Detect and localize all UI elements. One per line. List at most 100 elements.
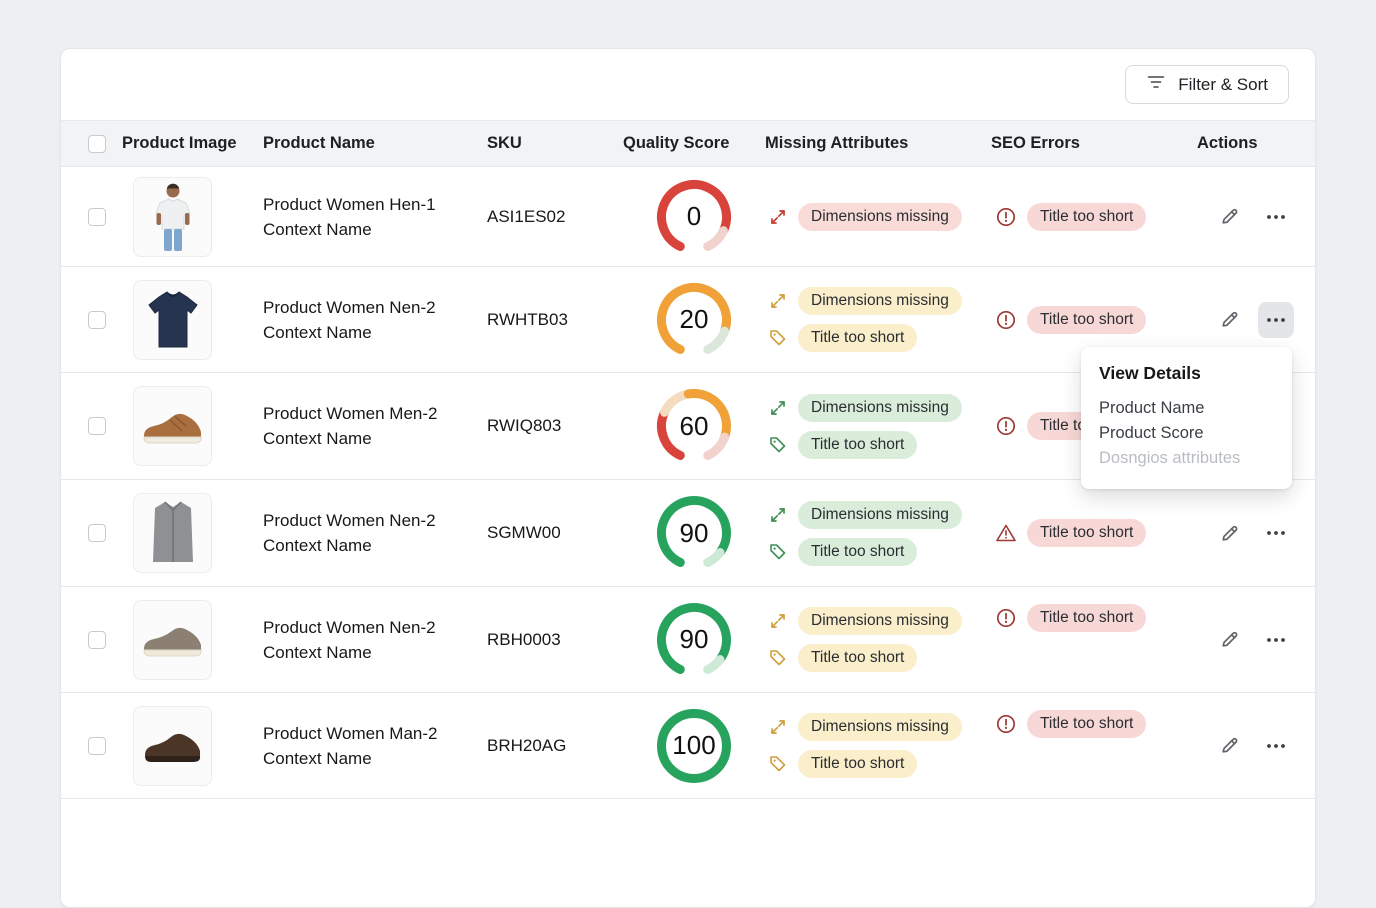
missing-attribute-badge: Dimensions missing	[798, 713, 962, 741]
seo-errors-cell: Title too short	[991, 710, 1197, 738]
product-context-name: Context Name	[263, 533, 487, 558]
missing-attributes-cell: Dimensions missing Title too short	[765, 713, 991, 778]
quality-score-gauge: 20	[655, 281, 733, 359]
row-checkbox[interactable]	[88, 737, 106, 755]
missing-attribute-item: Title too short	[768, 644, 917, 672]
seo-errors-cell: Title too short	[991, 604, 1197, 632]
edit-button[interactable]	[1211, 728, 1247, 764]
product-context-name: Context Name	[263, 746, 487, 771]
missing-attribute-item: Dimensions missing	[768, 713, 962, 741]
alert-triangle-icon	[995, 522, 1017, 544]
quality-score-value: 100	[655, 707, 733, 785]
tag-icon	[768, 435, 788, 455]
product-name: Product Women Nen-2	[263, 615, 487, 640]
quality-score-value: 60	[655, 387, 733, 465]
table-row: Product Women Man-2 Context Name BRH20AG…	[61, 693, 1315, 799]
header-product-name: Product Name	[263, 134, 487, 153]
edit-button[interactable]	[1211, 622, 1247, 658]
product-sku: BRH20AG	[487, 736, 623, 756]
alert-circle-icon	[995, 415, 1017, 437]
filter-sort-button[interactable]: Filter & Sort	[1125, 65, 1289, 104]
row-checkbox[interactable]	[88, 524, 106, 542]
missing-attributes-cell: Dimensions missing Title too short	[765, 394, 991, 459]
product-context-name: Context Name	[263, 217, 487, 242]
toolbar: Filter & Sort	[61, 49, 1315, 120]
alert-circle-icon	[995, 607, 1017, 629]
missing-attribute-badge: Dimensions missing	[798, 607, 962, 635]
expand-arrows-icon	[768, 505, 788, 525]
popover-item[interactable]: Product Name	[1099, 396, 1274, 421]
expand-arrows-icon	[768, 291, 788, 311]
seo-error-badge: Title too short	[1027, 519, 1146, 547]
quality-score-value: 90	[655, 601, 733, 679]
gray-coat	[133, 493, 212, 573]
row-checkbox[interactable]	[88, 311, 106, 329]
quality-score-gauge: 90	[655, 494, 733, 572]
missing-attribute-badge: Title too short	[798, 750, 917, 778]
product-sku: SGMW00	[487, 523, 623, 543]
alert-circle-icon	[995, 713, 1017, 735]
product-context-name: Context Name	[263, 426, 487, 451]
missing-attribute-badge: Title too short	[798, 431, 917, 459]
missing-attribute-badge: Title too short	[798, 538, 917, 566]
popover-item: Dosngios attributes	[1099, 446, 1274, 471]
table-row: Product Women Nen-2 Context Name RBH0003…	[61, 587, 1315, 693]
header-sku: SKU	[487, 134, 623, 153]
missing-attribute-item: Title too short	[768, 324, 917, 352]
row-actions	[1197, 515, 1315, 551]
quality-score-value: 90	[655, 494, 733, 572]
tag-icon	[768, 648, 788, 668]
product-name: Product Women Nen-2	[263, 295, 487, 320]
missing-attribute-badge: Dimensions missing	[798, 287, 962, 315]
more-actions-button[interactable]	[1258, 515, 1294, 551]
taupe-shoe	[133, 600, 212, 680]
row-actions	[1197, 199, 1315, 235]
seo-errors-cell: Title too short	[991, 519, 1197, 547]
missing-attribute-item: Dimensions missing	[768, 501, 962, 529]
brown-sneaker	[133, 386, 212, 466]
header-quality-score: Quality Score	[623, 134, 765, 153]
quality-score-gauge: 100	[655, 707, 733, 785]
seo-error-badge: Title too short	[1027, 203, 1146, 231]
product-table-card: Filter & Sort Product Image Product Name…	[60, 48, 1316, 908]
row-checkbox[interactable]	[88, 631, 106, 649]
more-actions-button[interactable]	[1258, 199, 1294, 235]
dark-brown-shoe	[133, 706, 212, 786]
quality-score-value: 20	[655, 281, 733, 359]
select-all-checkbox[interactable]	[88, 135, 106, 153]
row-actions	[1197, 728, 1315, 764]
tag-icon	[768, 542, 788, 562]
row-checkbox[interactable]	[88, 417, 106, 435]
more-actions-button[interactable]	[1258, 728, 1294, 764]
row-actions	[1197, 622, 1315, 658]
header-actions: Actions	[1197, 134, 1315, 153]
product-name: Product Women Man-2	[263, 721, 487, 746]
filter-sort-label: Filter & Sort	[1178, 75, 1268, 95]
table-row: Product Women Nen-2 Context Name SGMW00 …	[61, 480, 1315, 587]
product-sku: RBH0003	[487, 630, 623, 650]
product-name: Product Women Hen-1	[263, 192, 487, 217]
male-model-white-tshirt	[133, 177, 212, 257]
missing-attribute-badge: Dimensions missing	[798, 394, 962, 422]
edit-button[interactable]	[1211, 515, 1247, 551]
missing-attribute-badge: Dimensions missing	[798, 203, 962, 231]
seo-errors-cell: Title too short	[991, 203, 1197, 231]
expand-arrows-icon	[768, 207, 788, 227]
product-sku: RWHTB03	[487, 310, 623, 330]
missing-attribute-item: Dimensions missing	[768, 203, 962, 231]
tag-icon	[768, 754, 788, 774]
edit-button[interactable]	[1211, 199, 1247, 235]
view-details-popover: View Details Product NameProduct ScoreDo…	[1081, 347, 1292, 489]
product-sku: ASI1ES02	[487, 207, 623, 227]
row-checkbox[interactable]	[88, 208, 106, 226]
edit-button[interactable]	[1211, 302, 1247, 338]
header-missing-attributes: Missing Attributes	[765, 134, 991, 153]
missing-attributes-cell: Dimensions missing Title too short	[765, 607, 991, 672]
tag-icon	[768, 328, 788, 348]
page: Filter & Sort Product Image Product Name…	[0, 0, 1376, 768]
row-actions	[1197, 302, 1315, 338]
more-actions-button[interactable]	[1258, 302, 1294, 338]
more-actions-button[interactable]	[1258, 622, 1294, 658]
popover-item[interactable]: Product Score	[1099, 421, 1274, 446]
popover-items: Product NameProduct ScoreDosngios attrib…	[1099, 396, 1274, 471]
